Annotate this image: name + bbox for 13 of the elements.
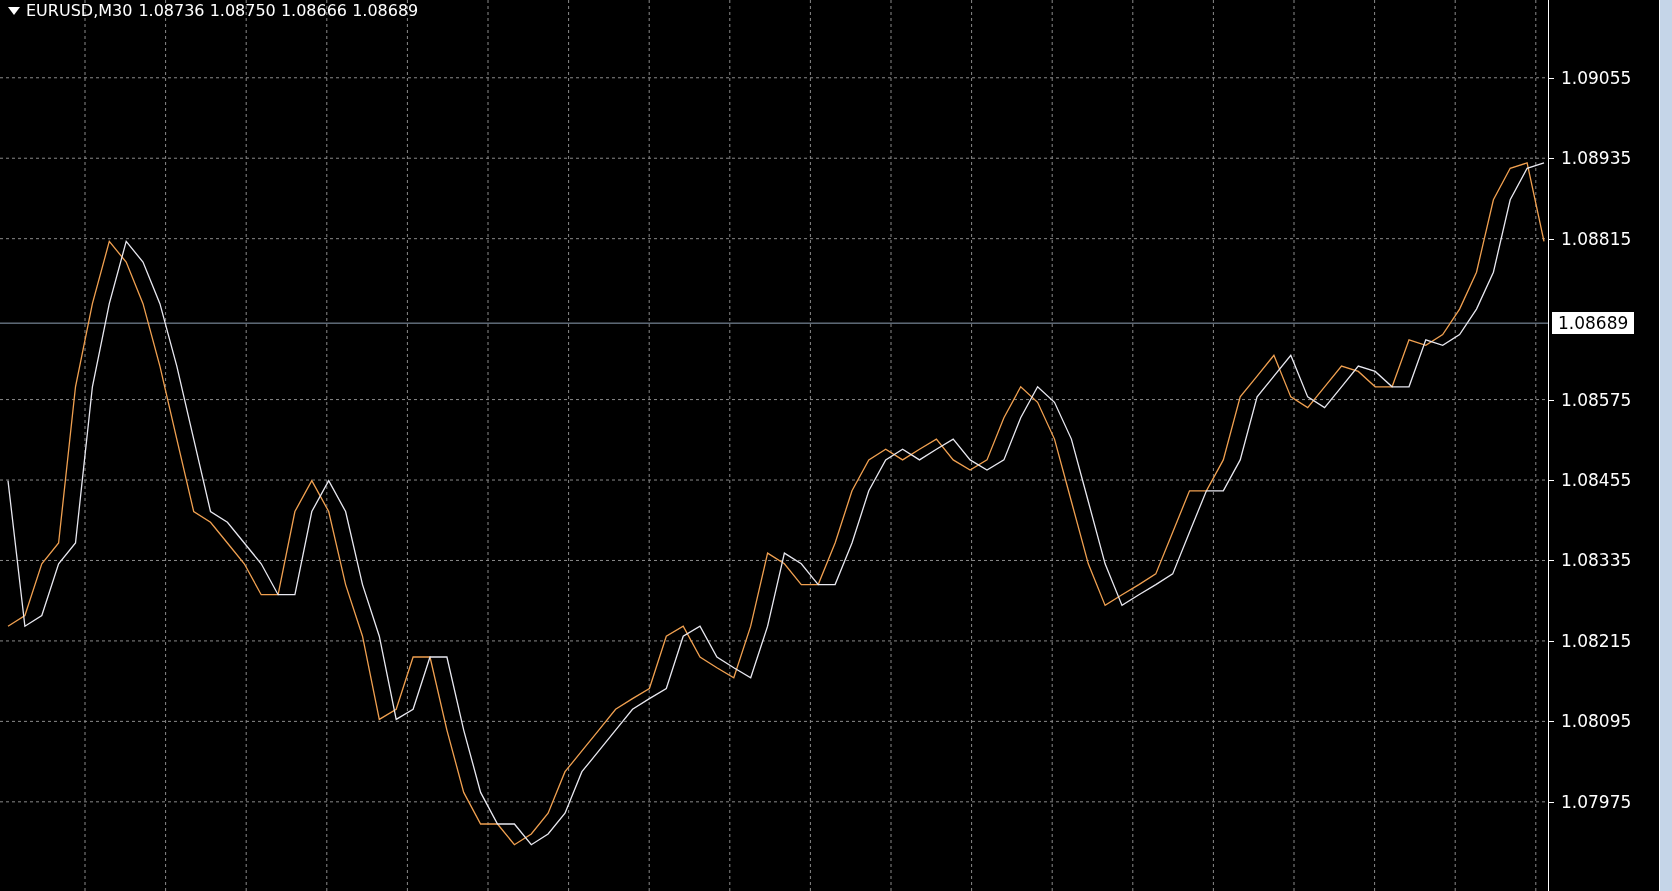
price-tick-label: 1.08095 (1561, 711, 1632, 732)
price-tick-label: 1.07975 (1561, 791, 1632, 812)
dropdown-triangle-icon[interactable] (8, 7, 20, 15)
symbol-label: EURUSD,M30 (26, 0, 133, 22)
price-tick-label: 1.08335 (1561, 550, 1632, 571)
price-tick-label: 1.08815 (1561, 228, 1632, 249)
price-tick-label: 1.08575 (1561, 389, 1632, 410)
current-price-label: 1.08689 (1552, 312, 1635, 335)
price-quote: 1.08736 1.08750 1.08666 1.08689 (138, 0, 419, 22)
price-tick-label: 1.09055 (1561, 67, 1632, 88)
price-tick-label: 1.08935 (1561, 148, 1632, 169)
price-tick-label: 1.08215 (1561, 630, 1632, 651)
price-tick-label: 1.08455 (1561, 470, 1632, 490)
